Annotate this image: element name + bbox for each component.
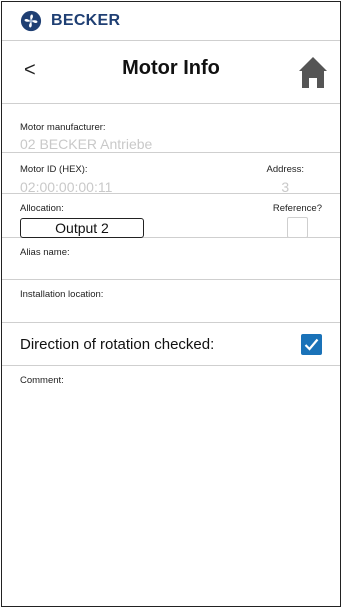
alias-label: Alias name: (20, 247, 70, 258)
brand-name: BECKER (51, 12, 121, 29)
direction-label: Direction of rotation checked: (20, 335, 215, 353)
manufacturer-row: Motor manufacturer: 02 BECKER Antriebe (2, 104, 340, 153)
direction-row: Direction of rotation checked: (2, 323, 340, 366)
allocation-row: Allocation: Output 2 Reference? (2, 194, 340, 238)
installation-label: Installation location: (20, 289, 104, 300)
app-screen: BECKER < Motor Info Motor manufacturer: … (1, 1, 341, 607)
address-field: Address: 3 (267, 164, 305, 195)
reference-label: Reference? (272, 203, 322, 214)
reference-checkbox[interactable] (286, 217, 308, 238)
installation-row[interactable]: Installation location: (2, 280, 340, 323)
reference-field: Reference? (273, 203, 322, 238)
page-title: Motor Info (122, 57, 220, 79)
alias-row[interactable]: Alias name: (2, 238, 340, 280)
allocation-button[interactable]: Output 2 (20, 218, 144, 238)
motor-id-row: Motor ID (HEX): 02:00:00:00:11 Address: … (2, 153, 340, 195)
navigation-bar: < Motor Info (2, 41, 340, 104)
becker-fan-logo-icon (20, 10, 42, 32)
home-icon[interactable] (298, 55, 328, 89)
direction-checkbox[interactable] (301, 333, 322, 355)
address-value: 3 (281, 179, 290, 195)
manufacturer-value: 02 BECKER Antriebe (20, 136, 153, 152)
checkmark-icon (304, 338, 319, 351)
comment-label: Comment: (20, 375, 64, 386)
address-label: Address: (266, 164, 305, 175)
comment-row[interactable]: Comment: (2, 366, 340, 586)
manufacturer-label: Motor manufacturer: (20, 122, 106, 133)
brand-bar: BECKER (2, 2, 340, 41)
